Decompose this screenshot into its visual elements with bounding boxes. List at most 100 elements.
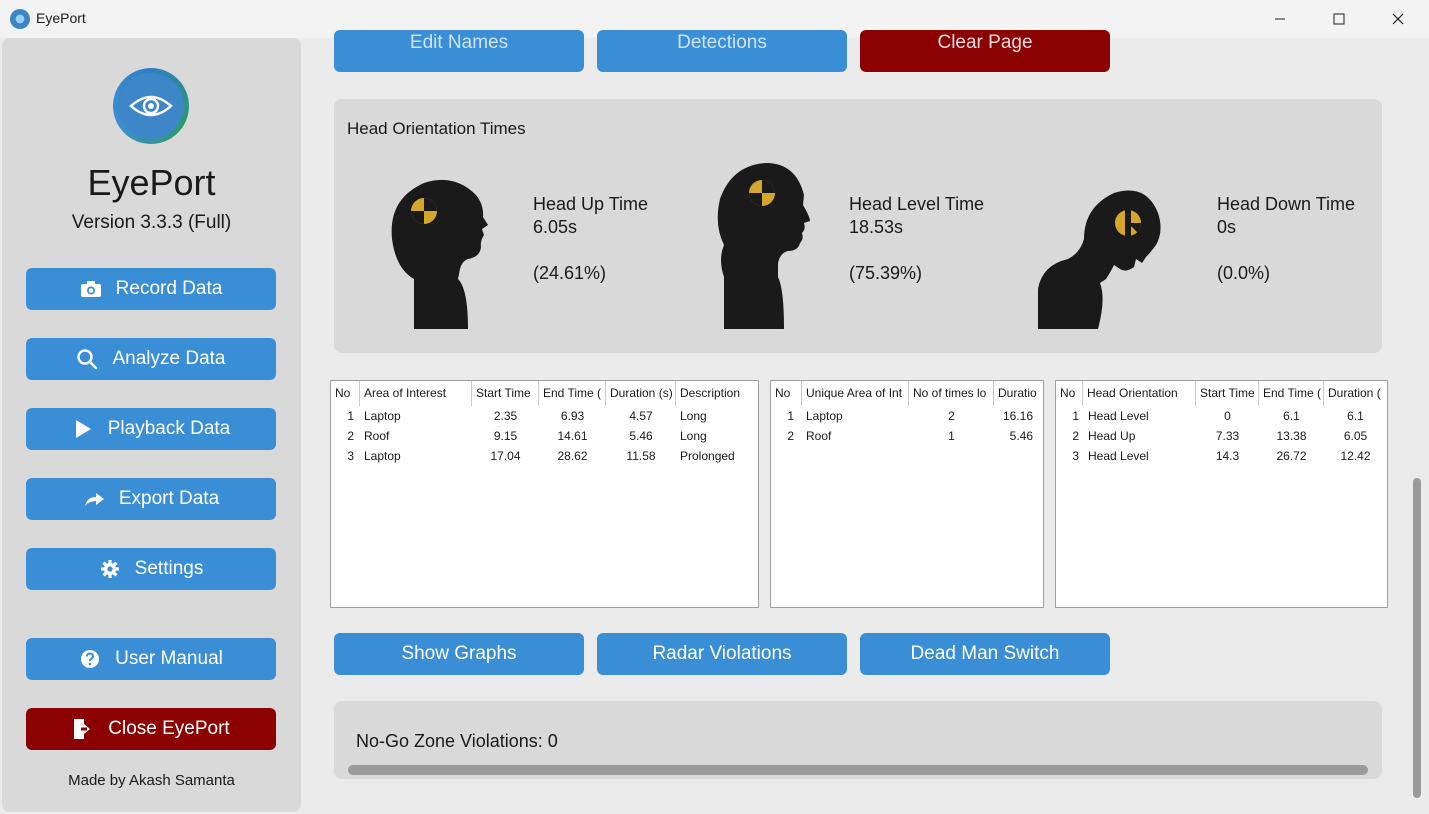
- minimize-icon: [1275, 18, 1285, 20]
- record-data-button[interactable]: Record Data: [26, 268, 276, 310]
- table-row[interactable]: 3 Laptop 17.04 28.62 11.58 Prolonged: [331, 446, 758, 466]
- nogo-zone-violations: No-Go Zone Violations: 0: [356, 731, 558, 751]
- aoi-table[interactable]: No Area of Interest Start Time End Time …: [330, 380, 759, 608]
- table-cell: Long: [680, 429, 707, 443]
- settings-button[interactable]: Settings: [26, 548, 276, 590]
- head-up-info: Head Up Time 6.05s (24.61%): [533, 193, 648, 285]
- head-up-label: Head Up Time: [533, 194, 649, 214]
- help-icon: [79, 648, 101, 670]
- column-header[interactable]: Duratio: [994, 381, 1043, 406]
- table-cell: Head Up: [1088, 429, 1136, 443]
- table-cell: 1: [787, 409, 794, 423]
- head-level-percent: (75.39%): [849, 263, 923, 283]
- head-orientation-table[interactable]: No Head Orientation Start Time End Time …: [1055, 380, 1388, 608]
- table-cell: 28.62: [557, 449, 588, 463]
- table-cell: 3: [347, 449, 354, 463]
- maximize-button[interactable]: [1310, 0, 1368, 38]
- unique-aoi-table[interactable]: No Unique Area of Int No of times lo Dur…: [770, 380, 1044, 608]
- export-data-label: Export Data: [118, 488, 220, 509]
- table-cell: 2: [787, 429, 794, 443]
- head-level-value: 18.53s: [849, 217, 904, 237]
- column-header[interactable]: No: [1056, 381, 1083, 406]
- table-cell: 2: [948, 409, 955, 423]
- eye-logo-icon: [113, 68, 189, 144]
- table-cell: Roof: [806, 429, 832, 443]
- table-row[interactable]: 2 Head Up 7.33 13.38 6.05: [1056, 426, 1387, 446]
- column-header[interactable]: Area of Interest: [360, 381, 472, 406]
- head-up-value: 6.05s: [533, 217, 578, 237]
- settings-label: Settings: [134, 558, 204, 579]
- head-down-info: Head Down Time 0s (0.0%): [1217, 193, 1355, 285]
- table-row[interactable]: 3 Head Level 14.3 26.72 12.42: [1056, 446, 1387, 466]
- head-down-label: Head Down Time: [1217, 194, 1356, 214]
- head-up-percent: (24.61%): [533, 263, 607, 283]
- column-header[interactable]: No of times lo: [909, 381, 994, 406]
- table-cell: 5.46: [1009, 429, 1033, 443]
- column-header[interactable]: Start Time: [1196, 381, 1259, 406]
- table-cell: 6.05: [1343, 429, 1368, 443]
- table-row[interactable]: 1 Head Level 0 6.1 6.1: [1056, 406, 1387, 426]
- table-row[interactable]: 1 Laptop 2.35 6.93 4.57 Long: [331, 406, 758, 426]
- export-data-button[interactable]: Export Data: [26, 478, 276, 520]
- horizontal-scrollbar[interactable]: [348, 765, 1368, 775]
- column-header[interactable]: Head Orientation: [1083, 381, 1196, 406]
- head-level-label: Head Level Time: [849, 194, 985, 214]
- column-header[interactable]: Start Time: [472, 381, 539, 406]
- column-header[interactable]: Duration (s): [606, 381, 676, 406]
- table-cell: 6.1: [1283, 409, 1300, 423]
- app-name: EyePort: [87, 162, 216, 203]
- table-cell: 3: [1072, 449, 1079, 463]
- playback-data-button[interactable]: Playback Data: [26, 408, 276, 450]
- minimize-button[interactable]: [1251, 0, 1309, 38]
- panel-title: Head Orientation Times: [347, 119, 526, 138]
- table-cell: Long: [680, 409, 707, 423]
- user-manual-label: User Manual: [115, 648, 223, 669]
- table-cell: Prolonged: [680, 449, 735, 463]
- radar-violations-button[interactable]: Radar Violations: [597, 633, 847, 675]
- column-header[interactable]: No: [771, 381, 802, 406]
- dead-man-switch-button[interactable]: Dead Man Switch: [860, 633, 1110, 675]
- table-cell: 1: [948, 429, 955, 443]
- head-down-value: 0s: [1217, 217, 1237, 237]
- made-by-credit: Made by Akash Samanta: [68, 772, 235, 789]
- app-icon: [10, 9, 30, 29]
- column-header[interactable]: End Time (: [1259, 381, 1324, 406]
- analyze-data-label: Analyze Data: [112, 348, 226, 369]
- column-header[interactable]: No: [331, 381, 360, 406]
- table-cell: 5.46: [629, 429, 653, 443]
- close-window-button[interactable]: [1369, 0, 1427, 38]
- close-eyeport-label: Close EyePort: [108, 718, 230, 739]
- main-content: Edit Names Detections Clear Page Head Or…: [301, 30, 1429, 814]
- table-row[interactable]: 2 Roof 9.15 14.61 5.46 Long: [331, 426, 758, 446]
- table-cell: Head Level: [1088, 449, 1149, 463]
- sidebar: EyePort Version 3.3.3 (Full) Record Data…: [2, 38, 301, 812]
- table-row[interactable]: 2 Roof 1 5.46: [771, 426, 1043, 446]
- column-header[interactable]: End Time (: [539, 381, 606, 406]
- table-cell: 13.38: [1276, 429, 1307, 443]
- close-eyeport-button[interactable]: Close EyePort: [26, 708, 276, 750]
- detections-button[interactable]: Detections: [597, 30, 847, 72]
- vertical-scrollbar[interactable]: [1413, 478, 1421, 798]
- analyze-data-button[interactable]: Analyze Data: [26, 338, 276, 380]
- close-icon: [1392, 13, 1404, 25]
- user-manual-button[interactable]: User Manual: [26, 638, 276, 680]
- table-cell: 2.35: [493, 409, 518, 423]
- show-graphs-button[interactable]: Show Graphs: [334, 633, 584, 675]
- nogo-zone-panel: No-Go Zone Violations: 0: [334, 701, 1382, 779]
- head-orientation-panel: Head Orientation Times Head Up Time 6.05…: [334, 99, 1382, 353]
- clear-page-button[interactable]: Clear Page: [860, 30, 1110, 72]
- column-header[interactable]: Description: [676, 381, 758, 406]
- table-cell: 0: [1224, 409, 1231, 423]
- column-header[interactable]: Unique Area of Int: [802, 381, 909, 406]
- table-cell: Head Level: [1088, 409, 1149, 423]
- table-cell: Laptop: [806, 409, 843, 423]
- table-cell: 2: [347, 429, 354, 443]
- edit-names-button[interactable]: Edit Names: [334, 30, 584, 72]
- head-level-info: Head Level Time 18.53s (75.39%): [849, 193, 984, 285]
- column-header[interactable]: Duration (: [1324, 381, 1387, 406]
- table-cell: 14.3: [1215, 449, 1240, 463]
- table-row[interactable]: 1 Laptop 2 16.16: [771, 406, 1043, 426]
- search-icon: [76, 348, 98, 370]
- table-header: No Head Orientation Start Time End Time …: [1056, 381, 1387, 406]
- table-cell: 4.57: [629, 409, 653, 423]
